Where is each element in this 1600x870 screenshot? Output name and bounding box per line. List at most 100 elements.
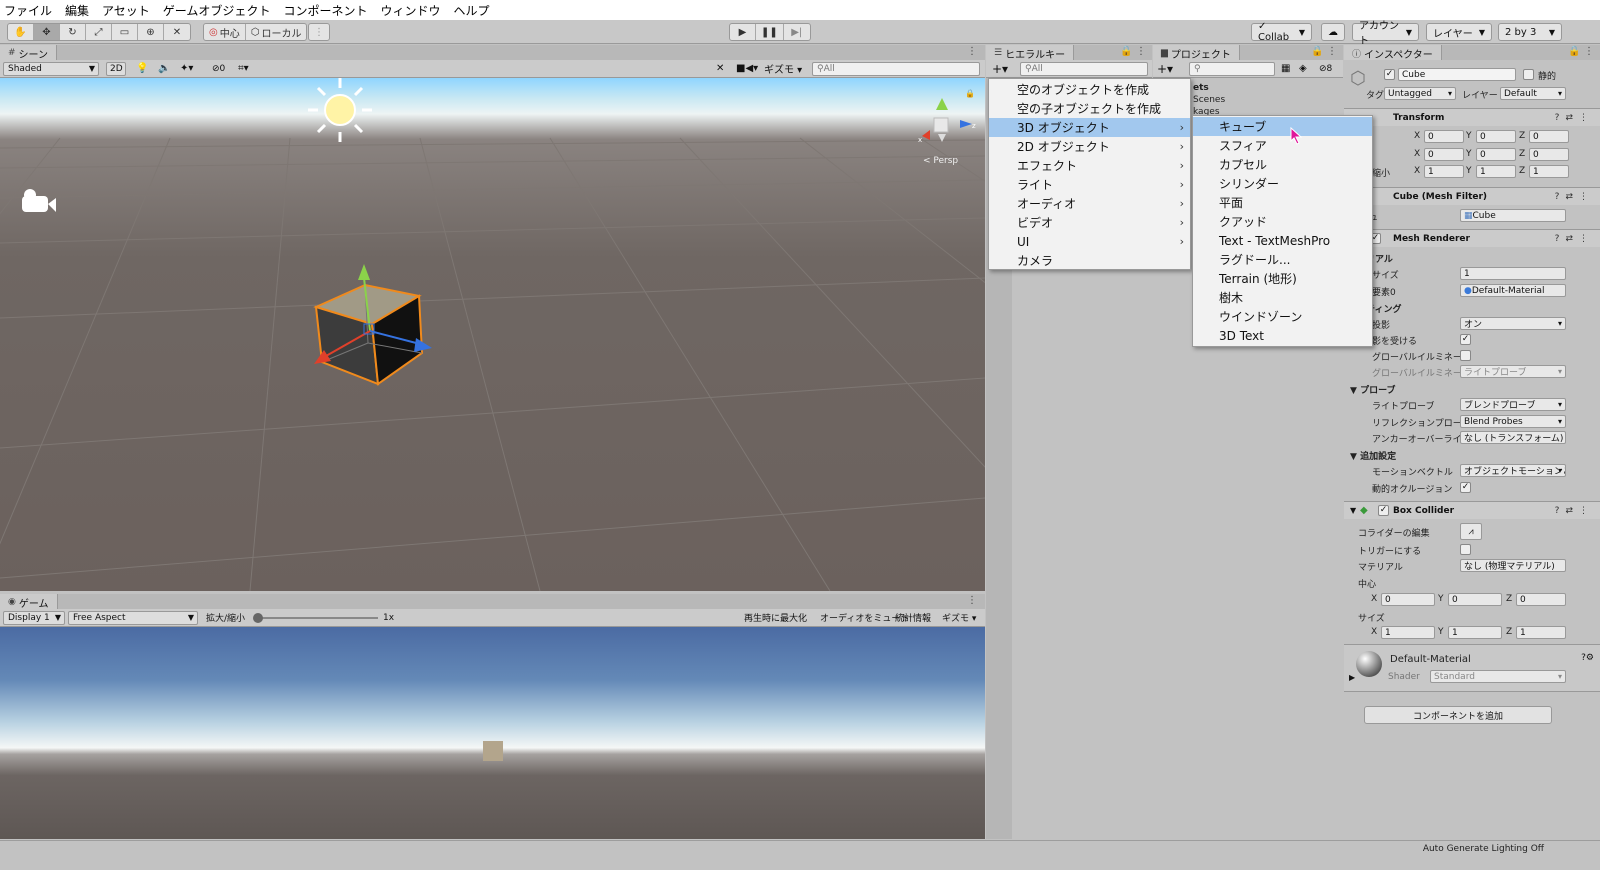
dynamic-occlusion-checkbox[interactable]: ✓ — [1460, 482, 1471, 493]
material-settings-icon[interactable]: ?⚙ — [1581, 653, 1594, 663]
scale-tool-icon[interactable]: ⤢ — [86, 24, 112, 40]
hand-tool-icon[interactable]: ✋ — [8, 24, 34, 40]
mesh-filter-header[interactable]: Cube (Mesh Filter) ?⇄⋮ — [1344, 187, 1600, 205]
lock-icon[interactable]: 🔒 ⋮ — [1120, 46, 1146, 57]
collab-dropdown[interactable]: ✓ Collab ▼ — [1251, 21, 1312, 43]
maximize-on-play-toggle[interactable]: 再生時に最大化 — [744, 611, 807, 624]
play-icon[interactable]: ▶ — [730, 24, 756, 40]
gizmos-dropdown[interactable]: ギズモ ▾ — [764, 61, 802, 76]
game-viewport[interactable] — [0, 627, 985, 839]
menu-window[interactable]: ウィンドウ — [380, 2, 440, 19]
pivot-local-button[interactable]: ⬡ ローカル — [246, 24, 307, 40]
submenu-item-tree[interactable]: 樹木 — [1193, 288, 1372, 307]
scale-y-field[interactable]: 1 — [1476, 165, 1516, 178]
lighting-toggle-icon[interactable]: 💡 — [136, 63, 148, 74]
stats-toggle[interactable]: 統計情報 — [895, 611, 931, 624]
create-plus-button[interactable]: +▾ — [992, 62, 1008, 76]
mesh-renderer-header[interactable]: ✓ Mesh Renderer ?⇄⋮ — [1344, 229, 1600, 247]
light-probes-dropdown[interactable]: ブレンドプローブ — [1460, 398, 1566, 411]
move-tool-icon[interactable]: ✥ — [34, 24, 60, 40]
menu-assets[interactable]: アセット — [102, 2, 150, 19]
menu-gameobject[interactable]: ゲームオブジェクト — [163, 2, 271, 19]
scene-viewport[interactable]: x z < Persp 🔒 — [0, 78, 985, 591]
shader-dropdown[interactable]: Standard — [1430, 670, 1566, 683]
menu-item-3d-object[interactable]: 3D オブジェクト › — [989, 118, 1190, 137]
project-create-button[interactable]: +▾ — [1157, 62, 1173, 76]
component-actions-icons[interactable]: ?⇄⋮ — [1555, 234, 1594, 244]
materials-size-field[interactable]: 1 — [1460, 267, 1566, 280]
tab-project[interactable]: ▆ プロジェクト — [1153, 45, 1240, 61]
object-name-input[interactable]: Cube — [1398, 68, 1516, 81]
account-dropdown[interactable]: アカウント ▼ — [1352, 21, 1419, 47]
scene-search-input[interactable]: ⚲ All — [812, 61, 980, 76]
receive-shadows-checkbox[interactable]: ✓ — [1460, 334, 1471, 345]
menu-item-effects[interactable]: エフェクト › — [989, 156, 1190, 175]
submenu-item-wind-zone[interactable]: ウインドゾーン — [1193, 307, 1372, 326]
camera-icon[interactable] — [22, 189, 56, 212]
orientation-gizmo[interactable]: x z — [918, 98, 976, 144]
project-item-assets[interactable]: ets — [1193, 83, 1209, 93]
tab-inspector[interactable]: ⓘ インスペクター — [1344, 45, 1442, 61]
tools-icon[interactable]: ✕ — [716, 63, 724, 74]
pivot-center-button[interactable]: ◎ 中心 — [204, 24, 246, 40]
grid-toggle-icon[interactable]: ⌗▾ — [238, 63, 249, 74]
position-y-field[interactable]: 0 — [1476, 130, 1516, 143]
effects-toggle-icon[interactable]: ✦▾ — [180, 63, 193, 74]
submenu-item-cylinder[interactable]: シリンダー — [1193, 174, 1372, 193]
hidden-objects-toggle[interactable]: ⊘0 — [212, 64, 225, 74]
step-icon[interactable]: ▶| — [784, 24, 810, 40]
menu-component[interactable]: コンポーネント — [283, 2, 367, 19]
layer-dropdown[interactable]: Default — [1500, 87, 1566, 100]
center-z-field[interactable]: 0 — [1516, 593, 1566, 606]
menu-item-camera[interactable]: カメラ — [989, 251, 1190, 270]
component-actions-icons[interactable]: ?⇄⋮ — [1555, 192, 1594, 202]
menu-item-audio[interactable]: オーディオ › — [989, 194, 1190, 213]
shading-dropdown[interactable]: Shaded ▼ — [3, 61, 99, 76]
submenu-item-cube[interactable]: キューブ — [1193, 117, 1372, 136]
lock-icon[interactable]: 🔒 ⋮ — [1568, 46, 1594, 57]
rotation-x-field[interactable]: 0 — [1424, 148, 1464, 161]
menu-item-create-empty[interactable]: 空のオブジェクトを作成 — [989, 80, 1190, 99]
size-z-field[interactable]: 1 — [1516, 626, 1566, 639]
size-y-field[interactable]: 1 — [1448, 626, 1502, 639]
panel-menu-icon[interactable]: ⋮ — [967, 46, 977, 57]
filter-by-type-icon[interactable]: ▦ — [1281, 63, 1290, 74]
submenu-item-quad[interactable]: クアッド — [1193, 212, 1372, 231]
transform-header[interactable]: Transform ?⇄⋮ — [1344, 108, 1600, 126]
2d-toggle[interactable]: 2D — [106, 61, 126, 76]
probes-header[interactable]: ▼ プローブ — [1350, 383, 1396, 396]
gizmo-lock-icon[interactable]: 🔒 — [965, 89, 975, 98]
menu-help[interactable]: ヘルプ — [453, 2, 489, 19]
global-illumination-mode-dropdown[interactable]: ライトプローブ — [1460, 365, 1566, 378]
panel-menu-icon[interactable]: ⋮ — [967, 595, 977, 606]
submenu-item-capsule[interactable]: カプセル — [1193, 155, 1372, 174]
global-illumination-checkbox[interactable] — [1460, 350, 1471, 361]
display-dropdown[interactable]: Display 1 ▼ — [3, 610, 65, 625]
scene-canvas[interactable]: x z < Persp 🔒 — [0, 78, 985, 591]
reflection-probes-dropdown[interactable]: Blend Probes — [1460, 415, 1566, 428]
custom-tool-icon[interactable]: ✕ — [164, 24, 190, 40]
component-actions-icons[interactable]: ?⇄⋮ — [1555, 506, 1594, 516]
static-checkbox[interactable] — [1523, 69, 1534, 80]
menu-item-2d-object[interactable]: 2D オブジェクト › — [989, 137, 1190, 156]
hidden-packages-toggle[interactable]: ⊘8 — [1319, 64, 1332, 74]
tab-game[interactable]: ◉ ゲーム — [0, 594, 58, 610]
add-component-button[interactable]: コンポーネントを追加 — [1364, 706, 1552, 724]
is-trigger-checkbox[interactable] — [1460, 544, 1471, 555]
menu-item-video[interactable]: ビデオ › — [989, 213, 1190, 232]
component-actions-icons[interactable]: ?⇄⋮ — [1555, 113, 1594, 123]
cast-shadows-dropdown[interactable]: オン — [1460, 317, 1566, 330]
directional-light-icon[interactable] — [308, 78, 372, 142]
menu-edit[interactable]: 編集 — [65, 2, 89, 19]
rotate-tool-icon[interactable]: ↻ — [60, 24, 86, 40]
scale-z-field[interactable]: 1 — [1529, 165, 1569, 178]
lock-icon[interactable]: 🔒 ⋮ — [1311, 46, 1337, 57]
persp-label[interactable]: < Persp — [923, 156, 958, 166]
rotation-z-field[interactable]: 0 — [1529, 148, 1569, 161]
submenu-item-terrain[interactable]: Terrain (地形) — [1193, 269, 1372, 288]
scale-slider-thumb[interactable] — [253, 613, 263, 623]
submenu-item-3d-text[interactable]: 3D Text — [1193, 326, 1372, 345]
active-checkbox[interactable]: ✓ — [1384, 69, 1395, 80]
project-search-input[interactable]: ⚲ — [1189, 61, 1275, 76]
menu-file[interactable]: ファイル — [4, 2, 52, 19]
